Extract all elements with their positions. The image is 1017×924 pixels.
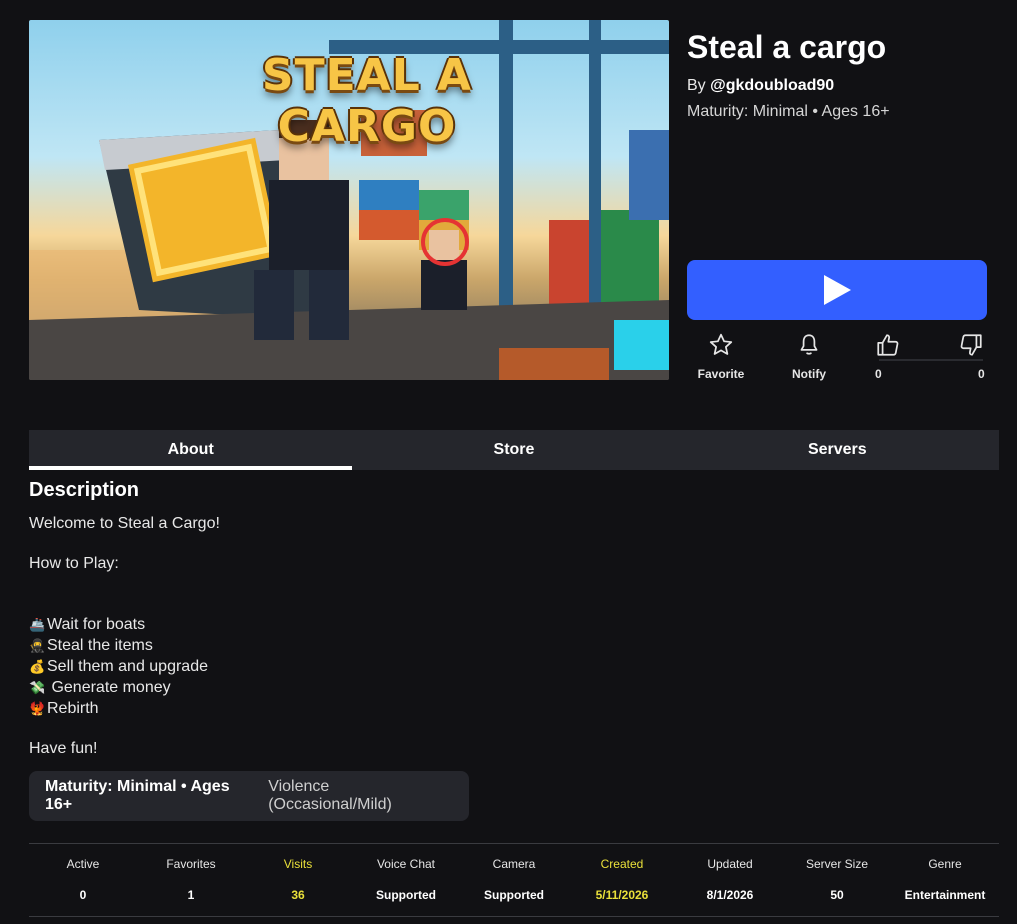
maturity-box-label: Maturity: Minimal • Ages 16+: [45, 778, 230, 813]
stat-key: Camera: [492, 857, 536, 871]
stat-key: Genre: [928, 857, 962, 871]
description-step: 🥷 Steal the items: [29, 637, 153, 655]
description-step: 💰 Sell them and upgrade: [29, 658, 208, 676]
downvote-count: 0: [978, 367, 985, 381]
stat-value: 0: [79, 888, 87, 902]
tab-store[interactable]: Store: [352, 430, 675, 470]
stat-visits: Visits 36: [243, 857, 353, 902]
stat-genre: Genre Entertainment: [890, 857, 1000, 902]
stat-value: 1: [187, 888, 195, 902]
step-text: Steal the items: [47, 637, 153, 654]
stats-divider-top: [29, 843, 999, 844]
stat-key: Created: [600, 857, 644, 871]
stat-voice-chat: Voice Chat Supported: [351, 857, 461, 902]
stat-value: Entertainment: [904, 888, 986, 902]
notify-label: Notify: [792, 367, 826, 381]
money-bag-icon: 💰: [29, 659, 46, 674]
game-title: Steal a cargo: [687, 29, 887, 65]
step-text: Sell them and upgrade: [47, 658, 208, 675]
thumbs-down-icon: [960, 334, 982, 356]
ship-icon: 🚢: [29, 617, 46, 632]
description-heading: Description: [29, 479, 140, 501]
stat-key: Voice Chat: [376, 857, 436, 871]
description-step: 🐦‍🔥 Rebirth: [29, 700, 99, 718]
favorite-label: Favorite: [697, 367, 745, 381]
description-step: 💸 Generate money: [29, 679, 171, 697]
stat-key: Server Size: [805, 857, 869, 871]
thumbnail-title: STEAL A CARGO: [261, 50, 473, 152]
tab-bar: About Store Servers: [29, 430, 999, 470]
stat-value: 5/11/2026: [595, 888, 649, 902]
tab-about[interactable]: About: [29, 430, 353, 470]
maturity-box: Maturity: Minimal • Ages 16+ Violence (O…: [29, 771, 469, 821]
game-thumbnail: STEAL A CARGO: [29, 20, 669, 380]
star-icon: [709, 333, 733, 355]
creator-prefix: By: [687, 77, 706, 94]
stat-key: Visits: [283, 857, 313, 871]
stat-favorites: Favorites 1: [136, 857, 246, 902]
step-text: Generate money: [47, 679, 171, 696]
stat-value: 8/1/2026: [706, 888, 754, 902]
stat-key: Active: [66, 857, 100, 871]
stat-key: Favorites: [166, 857, 216, 871]
favorite-button[interactable]: Favorite: [686, 332, 756, 381]
stat-value: Supported: [376, 888, 436, 902]
description-closing: Have fun!: [29, 740, 98, 757]
stat-created: Created 5/11/2026: [567, 857, 677, 902]
stat-server-size: Server Size 50: [782, 857, 892, 902]
description-welcome: Welcome to Steal a Cargo!: [29, 515, 220, 532]
creator-link[interactable]: @gkdoubload90: [710, 77, 834, 94]
stat-key: Updated: [707, 857, 753, 871]
stat-value: 36: [291, 888, 305, 902]
stat-camera: Camera Supported: [459, 857, 569, 902]
tab-servers[interactable]: Servers: [676, 430, 999, 470]
stats-divider-bottom: [29, 916, 999, 917]
notify-button[interactable]: Notify: [774, 332, 844, 381]
vote-ratio-bar: [879, 359, 983, 361]
bell-icon: [800, 334, 818, 355]
play-icon: [824, 275, 851, 305]
description-step: 🚢 Wait for boats: [29, 616, 145, 634]
step-text: Wait for boats: [47, 616, 146, 633]
stat-active: Active 0: [28, 857, 138, 902]
maturity-box-descriptor: Violence (Occasional/Mild): [268, 778, 392, 813]
upvote-count: 0: [875, 367, 882, 381]
stat-value: Supported: [484, 888, 544, 902]
thumbs-up-icon: [877, 334, 899, 356]
money-wings-icon: 💸: [29, 680, 46, 695]
stat-value: 50: [830, 888, 844, 902]
creator-line: By @gkdoubload90: [687, 77, 834, 95]
step-text: Rebirth: [47, 700, 99, 717]
description-how-to-play: How to Play:: [29, 555, 119, 572]
play-button[interactable]: [687, 260, 987, 320]
ninja-icon: 🥷: [29, 638, 46, 653]
maturity-rating: Maturity: Minimal • Ages 16+: [687, 103, 890, 120]
stat-updated: Updated 8/1/2026: [675, 857, 785, 902]
phoenix-icon: 🐦‍🔥: [29, 701, 46, 716]
